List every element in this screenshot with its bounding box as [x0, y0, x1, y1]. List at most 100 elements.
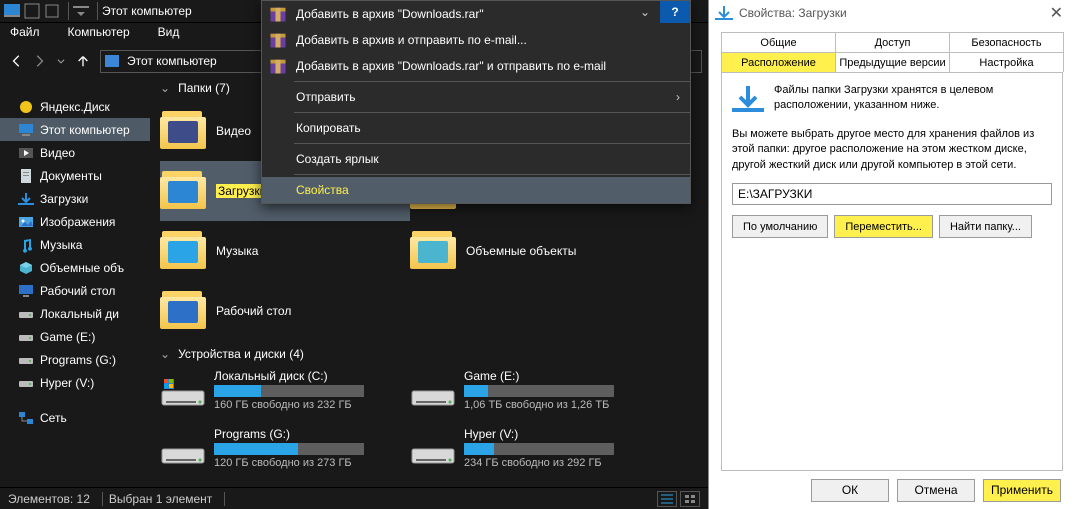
- folder-path-field[interactable]: [732, 183, 1052, 205]
- sidebar-item-label: Музыка: [40, 238, 82, 252]
- objects-icon: [18, 260, 34, 276]
- qa-dropdown-icon[interactable]: [73, 3, 89, 19]
- drive-icon: [18, 306, 34, 322]
- sidebar-item-objects[interactable]: Объемные объ: [0, 256, 150, 279]
- tab-Доступ[interactable]: Доступ: [835, 32, 950, 52]
- drive-tile[interactable]: Локальный диск (C:)160 ГБ свободно из 23…: [160, 367, 410, 425]
- net-icon: [18, 410, 34, 426]
- sidebar-item-label: Сеть: [40, 411, 67, 425]
- status-selected: Выбран 1 элемент: [109, 492, 212, 506]
- docs-icon: [18, 168, 34, 184]
- cancel-button[interactable]: Отмена: [897, 479, 975, 502]
- folders-header-label: Папки (7): [178, 81, 230, 95]
- help-icon[interactable]: ?: [660, 1, 690, 23]
- restore-default-button[interactable]: По умолчанию: [732, 215, 828, 238]
- context-menu-item[interactable]: Добавить в архив "Downloads.rar" и отпра…: [262, 53, 690, 79]
- move-button[interactable]: Переместить...: [834, 215, 933, 238]
- drive-tile[interactable]: Programs (G:)120 ГБ свободно из 273 ГБ: [160, 425, 410, 483]
- tab-Настройка[interactable]: Настройка: [949, 52, 1064, 72]
- find-target-button[interactable]: Найти папку...: [939, 215, 1032, 238]
- tab-Общие[interactable]: Общие: [721, 32, 836, 52]
- drive-label: Game (E:): [464, 369, 614, 383]
- context-menu: ⌄ ? Добавить в архив "Downloads.rar" Доба…: [261, 0, 691, 204]
- drive-tile[interactable]: Game (E:)1,06 ТБ свободно из 1,26 ТБ: [410, 367, 660, 425]
- devices-header-label: Устройства и диски (4): [178, 347, 304, 361]
- ok-button[interactable]: ОК: [811, 479, 889, 502]
- menu-file[interactable]: Файл: [10, 25, 40, 39]
- sidebar-item-drive[interactable]: Game (E:): [0, 325, 150, 348]
- drive-icon: [410, 427, 456, 467]
- sidebar-item-label: Этот компьютер: [40, 123, 130, 137]
- apply-button[interactable]: Применить: [983, 479, 1061, 502]
- nav-recent-icon[interactable]: [50, 50, 72, 72]
- tab-Безопасность[interactable]: Безопасность: [949, 32, 1064, 52]
- view-details-icon[interactable]: [657, 491, 677, 507]
- tab-Предыдущие версии[interactable]: Предыдущие версии: [835, 52, 950, 72]
- qa-props-icon[interactable]: [44, 3, 60, 19]
- devices-header[interactable]: ⌄ Устройства и диски (4): [150, 341, 708, 367]
- rar-icon: [268, 30, 288, 50]
- nav-back-icon[interactable]: [6, 50, 28, 72]
- view-large-icon[interactable]: [680, 491, 700, 507]
- pc-icon: [105, 55, 119, 67]
- context-menu-item[interactable]: Копировать: [262, 115, 690, 141]
- folder-objects[interactable]: Объемные объекты: [410, 221, 660, 281]
- sidebar-item-label: Изображения: [40, 215, 115, 229]
- context-menu-item[interactable]: Свойства: [262, 177, 690, 203]
- drive-icon: [18, 329, 34, 345]
- context-menu-item[interactable]: Добавить в архив "Downloads.rar": [262, 1, 690, 27]
- context-menu-item[interactable]: Создать ярлык: [262, 146, 690, 172]
- folder-label: Музыка: [216, 244, 258, 258]
- sidebar-item-music[interactable]: Музыка: [0, 233, 150, 256]
- drive-usage-bar: [214, 385, 364, 397]
- ribbon-expand-icon[interactable]: ⌄: [630, 1, 660, 23]
- folder-icon: [410, 231, 458, 271]
- folder-desktop[interactable]: Рабочий стол: [160, 281, 410, 341]
- folder-label: Рабочий стол: [216, 304, 291, 318]
- statusbar: Элементов: 12 Выбран 1 элемент: [0, 487, 708, 509]
- properties-explain: Вы можете выбрать другое место для хране…: [732, 127, 1052, 173]
- window-title: Этот компьютер: [102, 4, 192, 18]
- nav-forward-icon[interactable]: [28, 50, 50, 72]
- folder-label: Видео: [216, 124, 251, 138]
- sidebar-item-net[interactable]: Сеть: [0, 406, 150, 429]
- sidebar-item-docs[interactable]: Документы: [0, 164, 150, 187]
- context-menu-label: Добавить в архив "Downloads.rar": [296, 7, 484, 21]
- folder-music[interactable]: Музыка: [160, 221, 410, 281]
- sidebar-item-download[interactable]: Загрузки: [0, 187, 150, 210]
- sidebar-item-drive[interactable]: Hyper (V:): [0, 371, 150, 394]
- folder-icon: [160, 231, 208, 271]
- drive-icon: [410, 369, 456, 409]
- sidebar-item-drive[interactable]: Programs (G:): [0, 348, 150, 371]
- drive-tile[interactable]: Hyper (V:)234 ГБ свободно из 292 ГБ: [410, 425, 660, 483]
- app-icon: [4, 3, 20, 19]
- sidebar-item-drive[interactable]: Локальный ди: [0, 302, 150, 325]
- sidebar-item-video[interactable]: Видео: [0, 141, 150, 164]
- sidebar-item-label: Яндекс.Диск: [40, 100, 110, 114]
- drive-free-text: 120 ГБ свободно из 273 ГБ: [214, 457, 364, 469]
- context-menu-label: Копировать: [296, 121, 361, 135]
- menu-view[interactable]: Вид: [158, 25, 180, 39]
- close-icon[interactable]: ✕: [1044, 3, 1069, 23]
- sidebar-item-label: Programs (G:): [40, 353, 116, 367]
- menu-computer[interactable]: Компьютер: [68, 25, 130, 39]
- properties-footer: ОК Отмена Применить: [709, 471, 1075, 509]
- blank-icon: [268, 87, 288, 107]
- chevron-down-icon: ⌄: [160, 347, 170, 361]
- context-menu-label: Создать ярлык: [296, 152, 379, 166]
- sidebar-item-pc[interactable]: Этот компьютер: [0, 118, 150, 141]
- sidebar-item-images[interactable]: Изображения: [0, 210, 150, 233]
- download-icon: [18, 191, 34, 207]
- blank-icon: [268, 149, 288, 169]
- properties-dialog: Свойства: Загрузки ✕ ОбщиеДоступБезопасн…: [708, 0, 1075, 509]
- qa-save-icon[interactable]: [24, 3, 40, 19]
- sidebar-item-desktop[interactable]: Рабочий стол: [0, 279, 150, 302]
- context-menu-item[interactable]: Отправить›: [262, 84, 690, 110]
- drive-label: Локальный диск (C:): [214, 369, 364, 383]
- sidebar-item-yadisk[interactable]: Яндекс.Диск: [0, 95, 150, 118]
- context-menu-item[interactable]: Добавить в архив и отправить по e-mail..…: [262, 27, 690, 53]
- nav-up-icon[interactable]: [72, 50, 94, 72]
- tab-Расположение[interactable]: Расположение: [721, 52, 836, 72]
- folder-icon: [160, 111, 208, 151]
- drive-free-text: 234 ГБ свободно из 292 ГБ: [464, 457, 614, 469]
